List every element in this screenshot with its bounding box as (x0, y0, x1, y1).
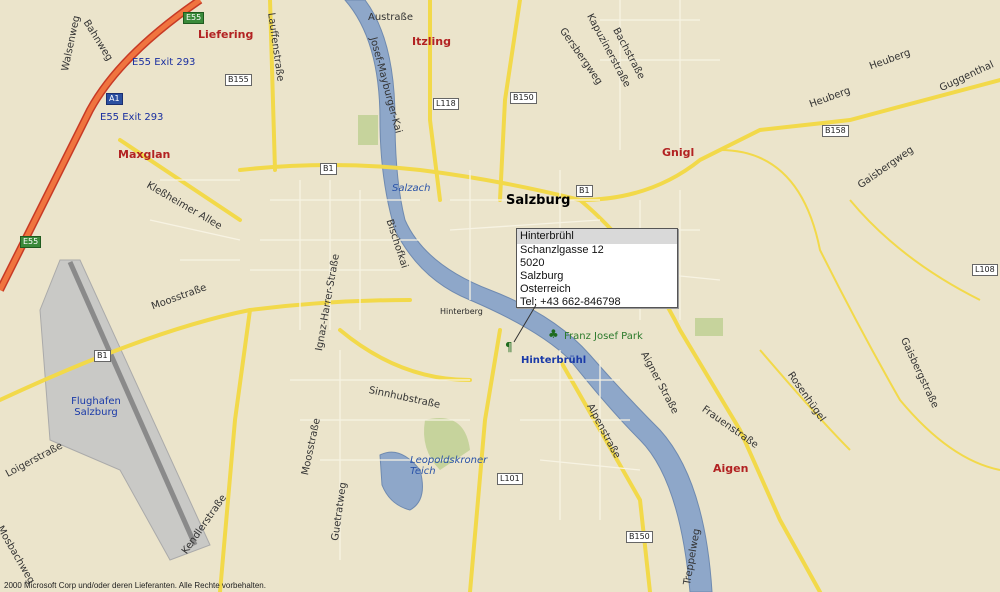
water-label-leopoldskroner-teich: Leopoldskroner Teich (410, 455, 488, 477)
road-shield-l108: L108 (972, 264, 998, 276)
district-aigen: Aigen (713, 462, 749, 475)
place-flughafen: Flughafen Salzburg (71, 396, 121, 418)
road-shield-b1-west: B1 (320, 163, 337, 175)
popup-street: Schanzlgasse 12 (520, 244, 604, 256)
location-popup[interactable]: Hinterbrühl Schanzlgasse 12 5020 Salzbur… (516, 228, 678, 308)
exit-label-1: E55 Exit 293 (132, 57, 196, 68)
map-canvas[interactable]: Liefering Itzling Maxglan Gnigl Aigen Sa… (0, 0, 1000, 592)
popup-city: Salzburg (520, 270, 564, 282)
poi-hinterberg: Hinterberg (440, 307, 483, 316)
road-shield-b150-south: B150 (626, 531, 653, 543)
road-shield-b155: B155 (225, 74, 252, 86)
place-franz-josef-park: Franz Josef Park (564, 331, 643, 342)
road-shield-l118: L118 (433, 98, 459, 110)
popup-title: Hinterbrühl (517, 229, 677, 244)
district-itzling: Itzling (412, 35, 451, 48)
copyright-notice: 2000 Microsoft Corp und/oder deren Liefe… (4, 581, 266, 590)
district-liefering: Liefering (198, 28, 254, 41)
place-hinterbruehl: Hinterbrühl (521, 355, 587, 366)
popup-country: Osterreich (520, 283, 571, 295)
road-shield-b1-airport: B1 (94, 350, 111, 362)
road-shield-a1: A1 (106, 93, 123, 105)
exit-label-2: E55 Exit 293 (100, 112, 164, 123)
road-shield-e55-south: E55 (20, 236, 42, 248)
street-austrasse: Austraße (368, 12, 413, 23)
map-base-layer (0, 0, 1000, 592)
city-label-salzburg: Salzburg (506, 193, 571, 208)
popup-pointer (513, 304, 537, 343)
road-shield-e55-north: E55 (183, 12, 205, 24)
popup-postcode: 5020 (520, 257, 545, 269)
district-gnigl: Gnigl (662, 146, 695, 159)
road-shield-l101: L101 (497, 473, 523, 485)
water-label-salzach: Salzach (392, 183, 431, 194)
district-maxglan: Maxglan (118, 148, 171, 161)
road-shield-b158: B158 (822, 125, 849, 137)
road-shield-b150-north: B150 (510, 92, 537, 104)
road-shield-b1-center: B1 (576, 185, 593, 197)
